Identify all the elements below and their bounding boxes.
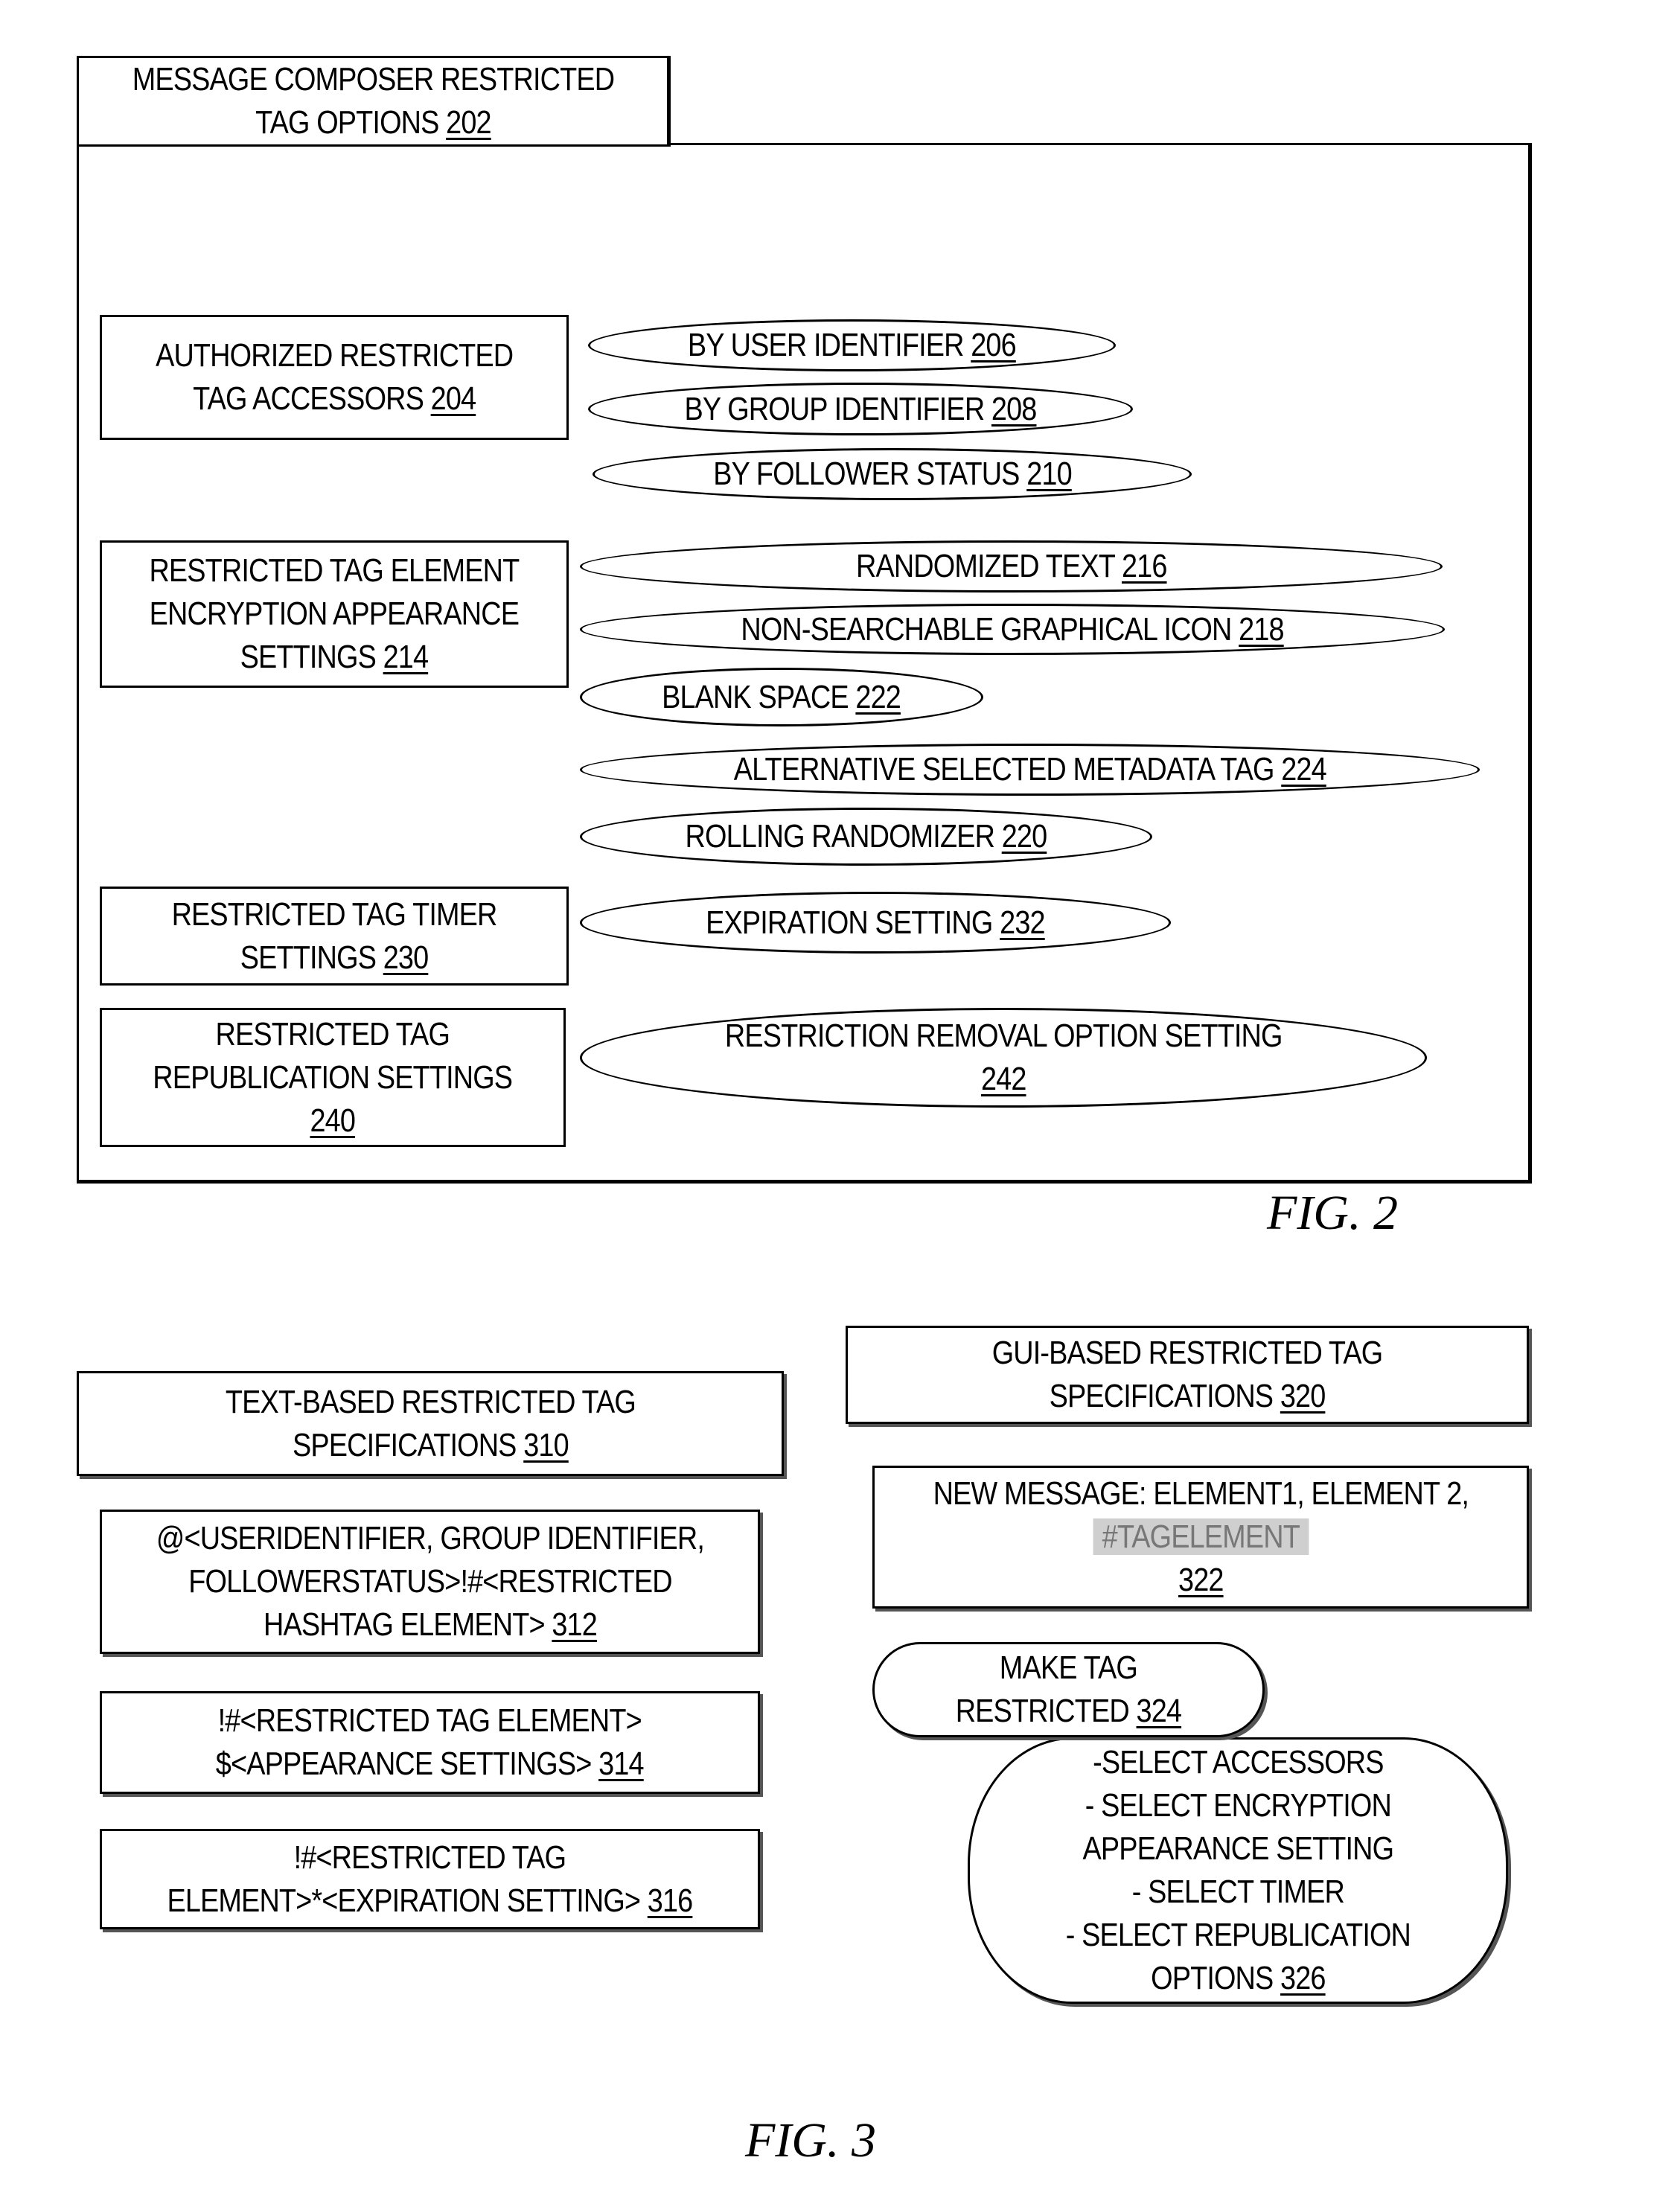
option-label: BY USER IDENTIFIER (688, 327, 971, 363)
menu-option-select-accessors[interactable]: -SELECT ACCESSORS (1065, 1741, 1410, 1784)
box-ref: 326 (1280, 1960, 1326, 1996)
option-label: RANDOMIZED TEXT (855, 548, 1122, 584)
menu-option-select-timer[interactable]: - SELECT TIMER (1065, 1871, 1410, 1914)
option-rolling-randomizer: ROLLING RANDOMIZER 220 (580, 808, 1152, 866)
group-ref: 240 (310, 1102, 356, 1139)
option-label: RESTRICTION REMOVAL OPTION SETTING (724, 1018, 1283, 1054)
option-by-follower-status: BY FOLLOWER STATUS 210 (593, 448, 1192, 500)
option-ref: 206 (971, 327, 1016, 363)
box-label-line: SPECIFICATIONS (1049, 1378, 1280, 1414)
option-alternative-metadata-tag: ALTERNATIVE SELECTED METADATA TAG 224 (580, 744, 1480, 796)
box-ref: 320 (1280, 1378, 1326, 1414)
option-label: BY GROUP IDENTIFIER (684, 390, 991, 427)
option-ref: 224 (1280, 751, 1326, 788)
option-ref: 220 (1001, 818, 1047, 855)
box-label-line: SPECIFICATIONS (292, 1426, 523, 1463)
group-label-line: SETTINGS (240, 639, 383, 675)
syntax-line: FOLLOWERSTATUS>!#<RESTRICTED (188, 1563, 672, 1600)
option-ref: 216 (1121, 548, 1167, 584)
fig2-title-line2: TAG OPTIONS (255, 104, 446, 141)
syntax-line: !#<RESTRICTED TAG ELEMENT> (217, 1702, 642, 1739)
group-label-line: REPUBLICATION SETTINGS (153, 1058, 514, 1096)
option-ref: 232 (1000, 904, 1045, 941)
option-non-searchable-icon: NON-SEARCHABLE GRAPHICAL ICON 218 (580, 604, 1445, 655)
option-label: BY FOLLOWER STATUS (712, 456, 1026, 492)
box-label-line: GUI-BASED RESTRICTED TAG (991, 1335, 1383, 1371)
option-randomized-text: RANDOMIZED TEXT 216 (580, 540, 1443, 593)
fig2-title-tab: MESSAGE COMPOSER RESTRICTED TAG OPTIONS … (77, 56, 671, 147)
box-ref: 314 (598, 1746, 644, 1782)
option-ref: 208 (991, 390, 1037, 427)
group-ref: 230 (383, 939, 429, 976)
box-ref: 324 (1136, 1693, 1182, 1729)
fig3-caption: FIG. 3 (745, 2113, 876, 2168)
group-ref: 214 (383, 639, 429, 675)
syntax-expiration-box: !#<RESTRICTED TAG ELEMENT>*<EXPIRATION S… (100, 1829, 760, 1929)
gui-based-spec-box: GUI-BASED RESTRICTED TAG SPECIFICATIONS … (846, 1326, 1529, 1424)
fig2-title-ref: 202 (445, 104, 491, 141)
group-label-line: ENCRYPTION APPEARANCE (149, 595, 520, 632)
option-ref: 210 (1026, 456, 1072, 492)
group-label-line: SETTINGS (240, 939, 383, 976)
option-by-user-identifier: BY USER IDENTIFIER 206 (588, 319, 1116, 371)
new-message-text: NEW MESSAGE: ELEMENT1, ELEMENT 2, (933, 1475, 1469, 1512)
box-ref: 312 (551, 1606, 597, 1643)
republication-settings-box: RESTRICTED TAG REPUBLICATION SETTINGS 24… (100, 1008, 566, 1147)
highlighted-tag-element[interactable]: #TAGELEMENT (1093, 1518, 1309, 1555)
group-ref: 204 (430, 380, 476, 417)
option-label: ALTERNATIVE SELECTED METADATA TAG (733, 751, 1281, 788)
fig2-title-line1: MESSAGE COMPOSER RESTRICTED (132, 61, 614, 98)
option-by-group-identifier: BY GROUP IDENTIFIER 208 (588, 383, 1133, 435)
syntax-accessor-box: @<USERIDENTIFIER, GROUP IDENTIFIER, FOLL… (100, 1510, 760, 1654)
group-label-line: RESTRICTED TAG TIMER (171, 895, 498, 933)
menu-option-options[interactable]: OPTIONS (1151, 1960, 1280, 1996)
group-label-line: TAG ACCESSORS (192, 380, 431, 417)
encryption-appearance-box: RESTRICTED TAG ELEMENT ENCRYPTION APPEAR… (100, 540, 569, 688)
box-ref: 316 (647, 1882, 693, 1919)
box-label-line: TEXT-BASED RESTRICTED TAG (225, 1383, 636, 1420)
syntax-line: $<APPEARANCE SETTINGS> (216, 1746, 599, 1782)
syntax-line: ELEMENT>*<EXPIRATION SETTING> (167, 1882, 648, 1919)
authorized-accessors-box: AUTHORIZED RESTRICTED TAG ACCESSORS 204 (100, 315, 569, 440)
option-expiration-setting: EXPIRATION SETTING 232 (580, 892, 1171, 954)
new-message-box: NEW MESSAGE: ELEMENT1, ELEMENT 2, #TAGEL… (872, 1466, 1529, 1609)
group-label-line: RESTRICTED TAG ELEMENT (149, 552, 520, 589)
button-label: RESTRICTED (955, 1693, 1137, 1729)
fig2-caption: FIG. 2 (1267, 1186, 1398, 1240)
button-label: MAKE TAG (999, 1649, 1138, 1686)
group-label-line: RESTRICTED TAG (215, 1015, 450, 1053)
option-ref: 218 (1239, 610, 1284, 648)
option-label: EXPIRATION SETTING (706, 904, 1000, 941)
option-label: ROLLING RANDOMIZER (685, 818, 1002, 855)
menu-option-select-encryption[interactable]: - SELECT ENCRYPTION (1065, 1784, 1410, 1827)
syntax-appearance-box: !#<RESTRICTED TAG ELEMENT> $<APPEARANCE … (100, 1691, 760, 1794)
timer-settings-box: RESTRICTED TAG TIMER SETTINGS 230 (100, 887, 569, 986)
syntax-line: !#<RESTRICTED TAG (293, 1839, 566, 1876)
option-restriction-removal: RESTRICTION REMOVAL OPTION SETTING 242 (580, 1008, 1427, 1108)
text-based-spec-box: TEXT-BASED RESTRICTED TAG SPECIFICATIONS… (77, 1371, 784, 1476)
box-ref: 310 (523, 1426, 569, 1463)
option-ref: 242 (980, 1061, 1026, 1097)
box-ref: 322 (1178, 1562, 1224, 1598)
option-blank-space: BLANK SPACE 222 (580, 668, 983, 726)
make-tag-restricted-button[interactable]: MAKE TAG RESTRICTED 324 (872, 1642, 1265, 1737)
option-label: NON-SEARCHABLE GRAPHICAL ICON (741, 610, 1239, 648)
option-ref: 222 (855, 678, 901, 715)
menu-option-appearance-setting[interactable]: APPEARANCE SETTING (1065, 1827, 1410, 1871)
menu-options-bubble: -SELECT ACCESSORS - SELECT ENCRYPTION AP… (968, 1737, 1508, 2004)
menu-option-select-republication[interactable]: - SELECT REPUBLICATION (1065, 1914, 1411, 1957)
option-label: BLANK SPACE (662, 678, 856, 715)
syntax-line: @<USERIDENTIFIER, GROUP IDENTIFIER, (156, 1520, 704, 1556)
syntax-line: HASHTAG ELEMENT> (263, 1606, 552, 1643)
group-label-line: AUTHORIZED RESTRICTED (155, 337, 514, 374)
